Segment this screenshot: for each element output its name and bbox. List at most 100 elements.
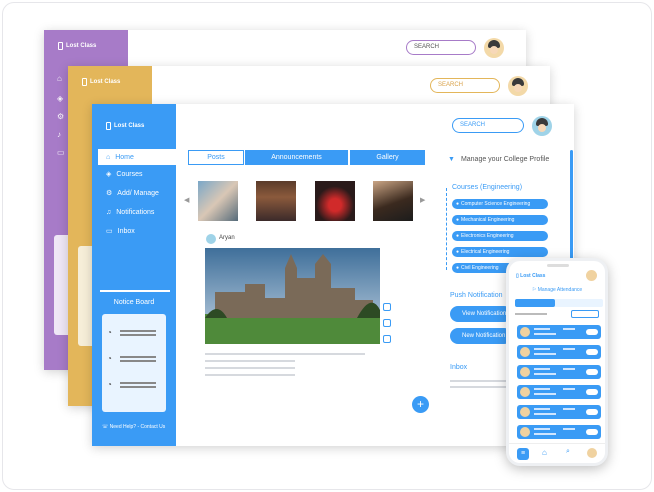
gallery-thumb[interactable]: [373, 181, 413, 221]
notice-board: ◔ ◔ ◔: [102, 314, 166, 412]
bell-icon: ♫: [106, 208, 112, 216]
home-icon: ⌂: [57, 74, 62, 83]
phone-avatar[interactable]: [586, 270, 597, 281]
add-post-button[interactable]: +: [412, 396, 429, 413]
post-action-save-icon[interactable]: [383, 335, 391, 343]
menu-toggle-icon[interactable]: ⇤≡: [503, 40, 516, 51]
manage-profile[interactable]: ▼ Manage your College Profile: [448, 156, 549, 163]
phone-header: ⚐ Manage Attendance: [531, 287, 583, 293]
avatar[interactable]: [532, 116, 552, 136]
notice-line: [120, 330, 156, 332]
notice-item: ◔: [107, 328, 112, 337]
gallery-prev-icon[interactable]: ◀: [184, 196, 189, 204]
search-input-back[interactable]: SEARCH: [406, 40, 476, 55]
inbox-line: [450, 380, 506, 382]
phone-brand: ▯ Lost Class: [516, 273, 546, 279]
attendance-row[interactable]: [517, 425, 601, 439]
brand: Lost Class: [106, 122, 144, 130]
post-image[interactable]: [205, 248, 380, 344]
phone-brand-name: Lost Class: [520, 273, 546, 279]
brand-name: Lost Class: [66, 43, 97, 49]
inbox-icon: ▭: [57, 148, 65, 157]
sidebar-item-notifications[interactable]: ♫ Notifications: [92, 204, 176, 220]
tab-posts[interactable]: Posts: [188, 150, 244, 165]
phone-search-icon[interactable]: ⌕: [566, 448, 570, 456]
course-pill[interactable]: ● Electronics Engineering: [452, 231, 548, 241]
post-author: Aryan: [219, 235, 235, 241]
course-label: Electronics Engineering: [461, 233, 514, 239]
sidebar-item-inbox[interactable]: ▭ Inbox: [92, 223, 176, 239]
phone-tab-active[interactable]: [515, 299, 555, 307]
sidebar-item-add-manage[interactable]: ⚙ Add/ Manage: [92, 185, 176, 201]
brand-middle: Lost Class: [82, 78, 120, 86]
sidebar-item-home[interactable]: ⌂ Home: [98, 149, 176, 165]
course-pill[interactable]: ● Mechanical Engineering: [452, 215, 548, 225]
phone-tabbar: [515, 299, 603, 307]
gallery-thumb[interactable]: [315, 181, 355, 221]
phone-notch: [547, 264, 569, 267]
attendance-row[interactable]: [517, 405, 601, 419]
post-text-line: [205, 360, 295, 362]
gallery-thumb[interactable]: [256, 181, 296, 221]
sidebar-item-label: Add/ Manage: [117, 189, 159, 197]
sidebar-item-label: Inbox: [117, 227, 135, 235]
phone-home-icon[interactable]: ⌂: [542, 448, 547, 457]
sidebar-item-courses[interactable]: ◈ Courses: [92, 166, 176, 182]
notice-item: ◔: [107, 354, 112, 363]
sidebar-item-label: Home: [115, 153, 134, 161]
phone-date-picker[interactable]: [571, 310, 599, 318]
attendance-row[interactable]: [517, 365, 601, 379]
avatar[interactable]: [484, 38, 504, 58]
phone-mockup: ▯ Lost Class ⚐ Manage Attendance ≡ ⌂ ⌕: [506, 258, 608, 466]
post-text-line: [205, 353, 365, 355]
courses-connector: [446, 188, 447, 270]
help-link[interactable]: ☏ Need Help? - Contact Us: [102, 424, 165, 430]
course-label: Electrical Engineering: [461, 249, 510, 255]
gallery-thumb[interactable]: [198, 181, 238, 221]
inbox-line: [450, 386, 506, 388]
course-label: Civil Engineering: [461, 265, 499, 271]
menu-toggle-icon[interactable]: ⇤≡: [551, 120, 564, 131]
brand-name: Lost Class: [114, 123, 145, 129]
new-notification-button[interactable]: New Notification: [450, 328, 512, 344]
tab-announcements[interactable]: Announcements: [245, 150, 348, 165]
attendance-row[interactable]: [517, 325, 601, 339]
phone-filter[interactable]: [515, 313, 547, 315]
post-action-comment-icon[interactable]: [383, 319, 391, 327]
phone-menu-icon[interactable]: ≡: [517, 448, 529, 460]
brand-back: Lost Class: [58, 42, 96, 50]
gear-icon: ⚙: [57, 112, 65, 121]
push-title: Push Notification: [450, 292, 503, 299]
course-pill[interactable]: ● Electrical Engineering: [452, 247, 548, 257]
sidebar-item-label: Courses: [116, 170, 143, 178]
logo-icon: [58, 42, 63, 50]
post-text-line: [205, 367, 295, 369]
logo-icon: [106, 122, 111, 130]
notice-divider: [100, 290, 170, 292]
notice-line: [120, 356, 156, 358]
attendance-row[interactable]: [517, 345, 601, 359]
post-action-share-icon[interactable]: [383, 303, 391, 311]
inbox-icon: ▭: [106, 228, 113, 235]
course-label: Computer Science Engineering: [461, 201, 531, 207]
attendance-row[interactable]: [517, 385, 601, 399]
bell-icon: ♪: [57, 130, 61, 139]
notice-item: ◔: [107, 380, 112, 389]
search-input[interactable]: SEARCH: [452, 118, 524, 133]
manage-label: Manage your College Profile: [460, 156, 550, 163]
gallery-next-icon[interactable]: ▶: [420, 196, 425, 204]
phone-bottom-nav: ≡ ⌂ ⌕: [509, 443, 605, 463]
menu-toggle-icon[interactable]: ⇤≡: [527, 76, 540, 87]
sidebar-item-label: Notifications: [116, 208, 155, 216]
avatar[interactable]: [508, 76, 528, 96]
post-avatar: [206, 234, 216, 244]
post-text-line: [205, 374, 295, 376]
tab-gallery[interactable]: Gallery: [349, 150, 425, 165]
view-notification-button[interactable]: View Notification: [450, 306, 512, 322]
phone-header-text: Manage Attendance: [537, 287, 583, 293]
inbox-title: Inbox: [450, 364, 468, 371]
phone-profile-icon[interactable]: [587, 448, 597, 458]
notice-line: [120, 382, 156, 384]
search-input-middle[interactable]: SEARCH: [430, 78, 500, 93]
course-pill[interactable]: ● Computer Science Engineering: [452, 199, 548, 209]
